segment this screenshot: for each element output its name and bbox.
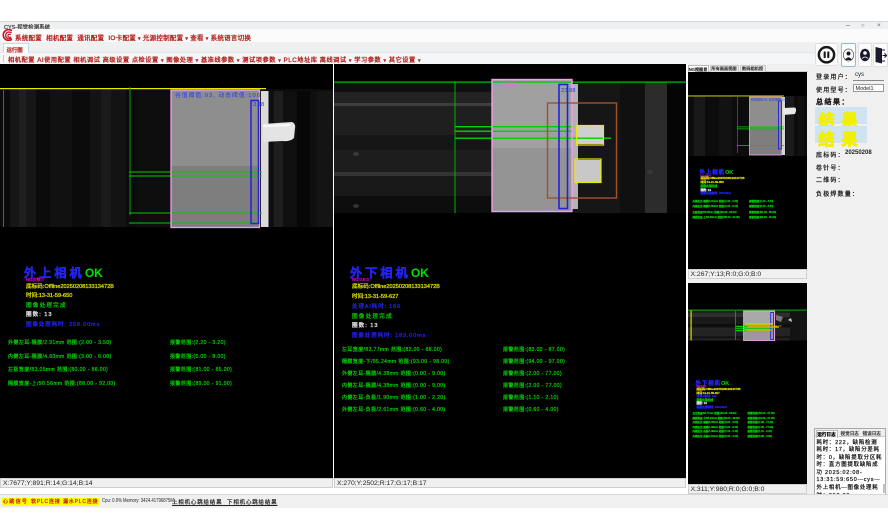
svg-text:3.48: 3.48 bbox=[253, 102, 264, 108]
svg-text:谷值阈值:93, 动态阈值:100: 谷值阈值:93, 动态阈值:100 bbox=[751, 96, 787, 101]
svg-text:83.77: 83.77 bbox=[774, 324, 782, 328]
svg-text:AI检测框: AI检测框 bbox=[495, 81, 517, 89]
svg-text:谷值阈值:93, 动态阈值:100: 谷值阈值:93, 动态阈值:100 bbox=[175, 91, 261, 99]
svg-text:23.88: 23.88 bbox=[561, 88, 576, 94]
